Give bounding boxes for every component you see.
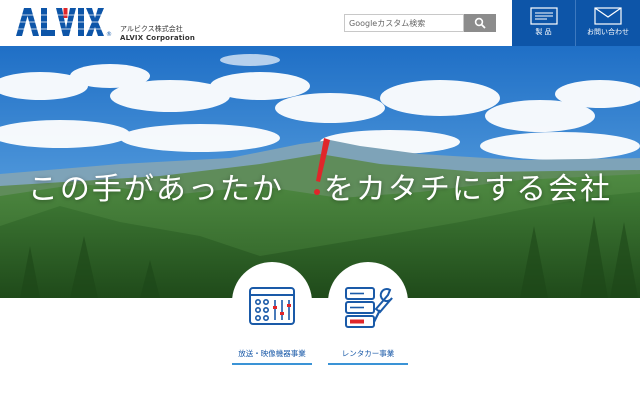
server-wrench-icon <box>345 287 393 328</box>
hero-banner: この手があったか をカタチにする会社 <box>0 46 640 298</box>
search-icon <box>474 17 486 29</box>
nav-products-label: 製 品 <box>535 28 552 36</box>
nav-contact-button[interactable]: お問い合わせ <box>576 0 640 46</box>
business-broadcast-label: 放送・映像機器事業 <box>238 349 306 358</box>
mail-icon <box>594 7 622 25</box>
tagline-part-1: この手があったか <box>27 172 284 207</box>
business-rental-link[interactable]: レンタカー事業 <box>328 262 408 368</box>
mixer-console-icon <box>249 287 295 325</box>
company-name-ja: アルビクス株式会社 <box>120 25 183 33</box>
site-header: ® アルビクス株式会社 ALVIX Corporation 製 品 お問い合わせ <box>0 0 640 46</box>
search-input[interactable] <box>344 14 464 32</box>
business-broadcast-link[interactable]: 放送・映像機器事業 <box>232 262 312 368</box>
company-name: アルビクス株式会社 ALVIX Corporation <box>120 25 195 43</box>
underline <box>232 363 312 365</box>
business-rental-label: レンタカー事業 <box>341 349 395 358</box>
registered-mark: ® <box>106 31 112 38</box>
nav-products-button[interactable]: 製 品 <box>512 0 576 46</box>
company-name-en: ALVIX Corporation <box>120 34 196 42</box>
tagline-part-2: をカタチにする会社 <box>323 172 613 207</box>
business-icon-circle <box>232 262 312 342</box>
business-icon-circle <box>328 262 408 342</box>
search-form <box>344 14 496 32</box>
hero-tagline: この手があったか をカタチにする会社 <box>0 164 640 208</box>
underline <box>328 363 408 365</box>
nav-contact-label: お問い合わせ <box>587 28 629 36</box>
alvix-logo[interactable] <box>14 6 104 40</box>
catalog-icon <box>530 7 558 25</box>
search-button[interactable] <box>464 14 496 32</box>
